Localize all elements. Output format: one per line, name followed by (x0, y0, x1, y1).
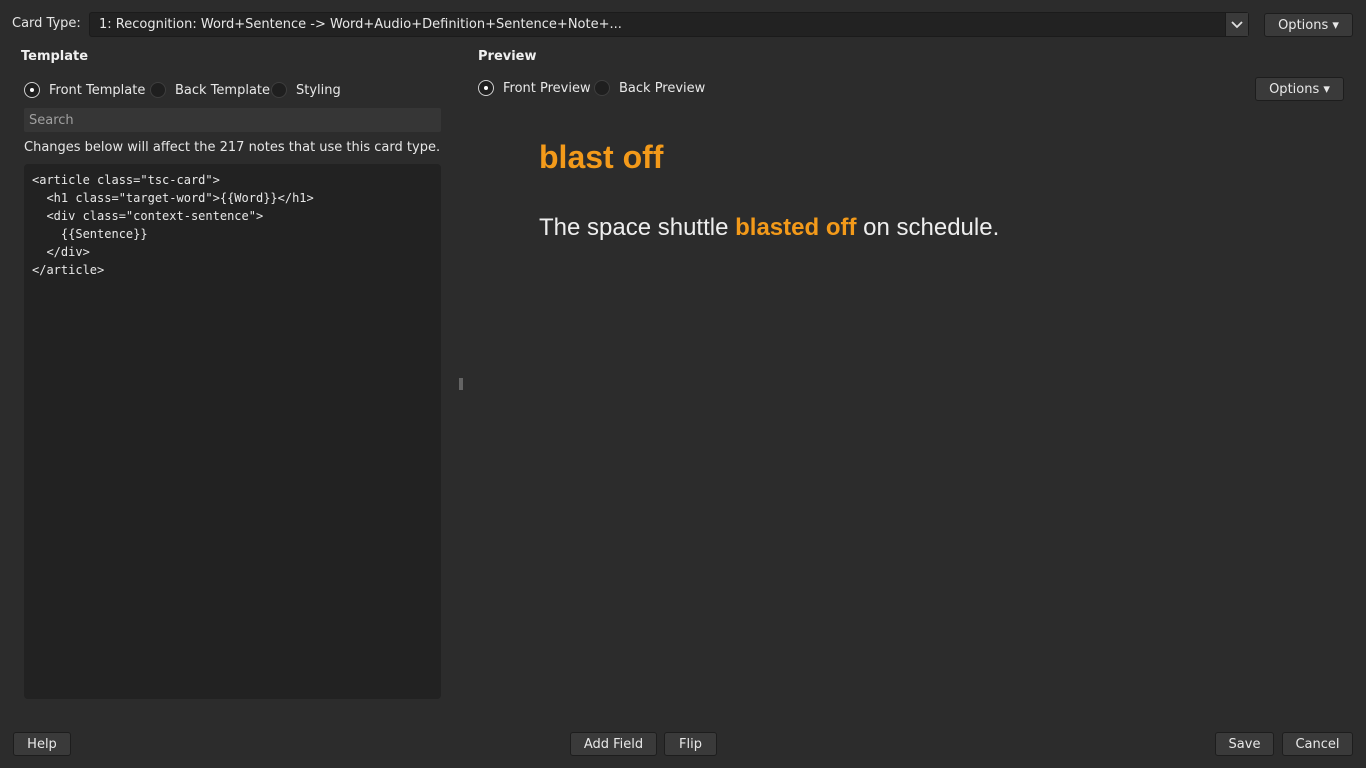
flip-button[interactable]: Flip (664, 732, 717, 756)
card-type-options-button[interactable]: Options ▾ (1264, 13, 1353, 37)
radio-front-preview[interactable]: Front Preview (478, 80, 591, 96)
radio-label: Back Preview (619, 80, 706, 96)
radio-back-template[interactable]: Back Template (150, 82, 270, 98)
radio-indicator (24, 82, 40, 98)
radio-back-preview[interactable]: Back Preview (594, 80, 705, 96)
preview-target-word: blast off (539, 139, 664, 175)
template-code-editor[interactable]: <article class="tsc-card"> <h1 class="ta… (24, 164, 441, 699)
radio-front-template[interactable]: Front Template (24, 82, 145, 98)
radio-label: Front Template (49, 82, 146, 98)
preview-context-sentence: The space shuttle blasted off on schedul… (539, 214, 999, 242)
cancel-button[interactable]: Cancel (1282, 732, 1353, 756)
radio-indicator (478, 80, 494, 96)
radio-styling[interactable]: Styling (271, 82, 341, 98)
radio-indicator (150, 82, 166, 98)
sentence-before: The space shuttle (539, 214, 736, 241)
template-search-input[interactable] (24, 108, 441, 132)
radio-label: Front Preview (503, 80, 591, 96)
save-button[interactable]: Save (1215, 732, 1274, 756)
radio-indicator (271, 82, 287, 98)
card-type-dropdown[interactable]: 1: Recognition: Word+Sentence -> Word+Au… (89, 12, 1249, 37)
splitter-handle[interactable] (459, 378, 463, 390)
sentence-highlight: blasted off (735, 214, 857, 241)
sentence-after: on schedule. (856, 214, 1000, 241)
radio-indicator (594, 80, 610, 96)
add-field-button[interactable]: Add Field (570, 732, 657, 756)
radio-label: Back Template (175, 82, 271, 98)
preview-section-title: Preview (478, 49, 537, 64)
help-button[interactable]: Help (13, 732, 71, 756)
card-type-value: 1: Recognition: Word+Sentence -> Word+Au… (99, 17, 622, 32)
radio-label: Styling (296, 82, 341, 98)
card-type-label: Card Type: (12, 16, 81, 31)
template-info-text: Changes below will affect the 217 notes … (24, 140, 441, 155)
chevron-down-icon[interactable] (1225, 13, 1248, 36)
template-section-title: Template (21, 49, 89, 64)
preview-options-button[interactable]: Options ▾ (1255, 77, 1344, 101)
